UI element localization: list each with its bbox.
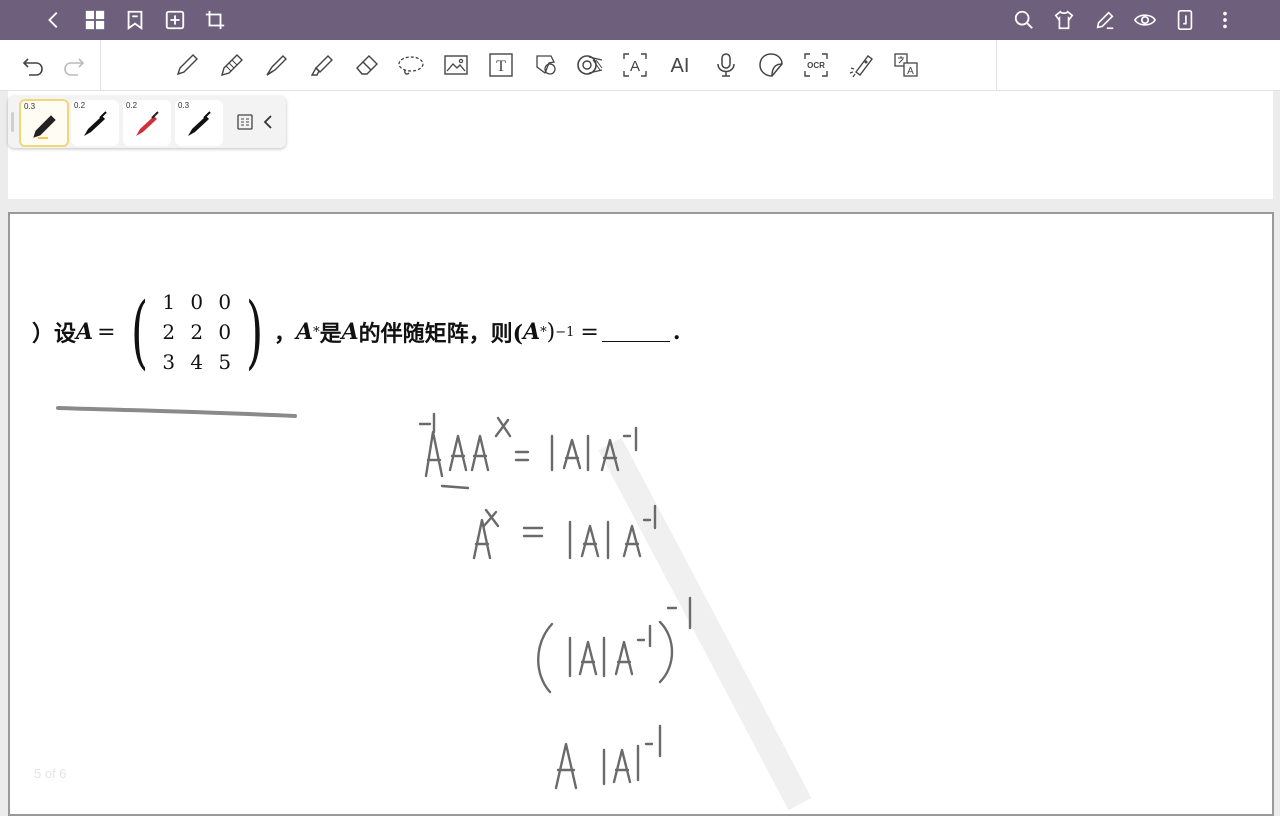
- top-bar: [0, 0, 1280, 40]
- handwriting-line-3: [537, 596, 692, 694]
- pen-slot-4[interactable]: 0.3: [175, 100, 223, 146]
- ai-label: AI: [671, 55, 690, 77]
- pen-edit-icon[interactable]: [1093, 8, 1117, 32]
- page-number: 5 of 6: [34, 766, 67, 781]
- pen-size-label: 0.3: [178, 101, 190, 110]
- sticker-icon[interactable]: [756, 50, 786, 80]
- text-icon-label: T: [496, 58, 506, 75]
- translate-icon[interactable]: A: [891, 50, 921, 80]
- pencil-icon[interactable]: [217, 50, 247, 80]
- pen-size-label: 0.3: [24, 102, 36, 111]
- shape-icon[interactable]: [530, 50, 560, 80]
- ball-pen-icon[interactable]: [172, 50, 202, 80]
- pen-size-label: 0.2: [74, 101, 86, 110]
- add-page-icon[interactable]: [163, 8, 187, 32]
- tool-bar: T A AI OCR A: [0, 40, 1280, 91]
- pen-size-label: 0.2: [126, 101, 138, 110]
- tape-icon[interactable]: [575, 50, 605, 80]
- collapse-chevron-icon[interactable]: [260, 113, 276, 131]
- laser-pointer-icon[interactable]: [846, 50, 876, 80]
- pen-settings-icon[interactable]: [236, 113, 254, 131]
- drag-handle[interactable]: [11, 112, 14, 132]
- highlighter-icon[interactable]: [307, 50, 337, 80]
- image-icon[interactable]: [441, 50, 471, 80]
- recog-label: A: [630, 58, 640, 75]
- undo-icon[interactable]: [18, 50, 48, 80]
- search-icon[interactable]: [1012, 8, 1036, 32]
- back-icon[interactable]: [42, 8, 66, 32]
- handwriting-line-2: [472, 504, 657, 560]
- ai-icon[interactable]: AI: [665, 50, 695, 80]
- handwriting-layer: [56, 406, 812, 811]
- redo-icon[interactable]: [59, 50, 89, 80]
- text-icon[interactable]: T: [486, 50, 516, 80]
- bookmark-icon[interactable]: [123, 8, 147, 32]
- eraser-icon[interactable]: [352, 50, 382, 80]
- eye-icon[interactable]: [1133, 8, 1157, 32]
- translate-label: A: [907, 66, 914, 77]
- ocr-label: OCR: [807, 61, 825, 70]
- text-recognition-icon[interactable]: A: [620, 50, 650, 80]
- highlight-stroke: [56, 406, 297, 418]
- lasso-icon[interactable]: [396, 50, 426, 80]
- pen-slot-2[interactable]: 0.2: [71, 100, 119, 146]
- crop-icon[interactable]: [203, 8, 227, 32]
- page-fit-icon[interactable]: [1173, 8, 1197, 32]
- more-icon[interactable]: [1213, 8, 1237, 32]
- fountain-pen-icon[interactable]: [262, 50, 292, 80]
- pen-slot-3[interactable]: 0.2: [123, 100, 171, 146]
- microphone-icon[interactable]: [711, 50, 741, 80]
- shirt-icon[interactable]: [1052, 8, 1076, 32]
- note-page[interactable]: ）设 A = ( 1 0 0 2 2 0 3 4 5 ) ， A * 是 A 的伴…: [8, 212, 1274, 816]
- pen-slot-1[interactable]: 0.3: [19, 99, 69, 147]
- ocr-icon[interactable]: OCR: [801, 50, 831, 80]
- grid-icon[interactable]: [83, 8, 107, 32]
- pen-case: 0.3 0.2 0.2 0.3: [8, 96, 286, 148]
- handwriting-line-4: [554, 724, 662, 790]
